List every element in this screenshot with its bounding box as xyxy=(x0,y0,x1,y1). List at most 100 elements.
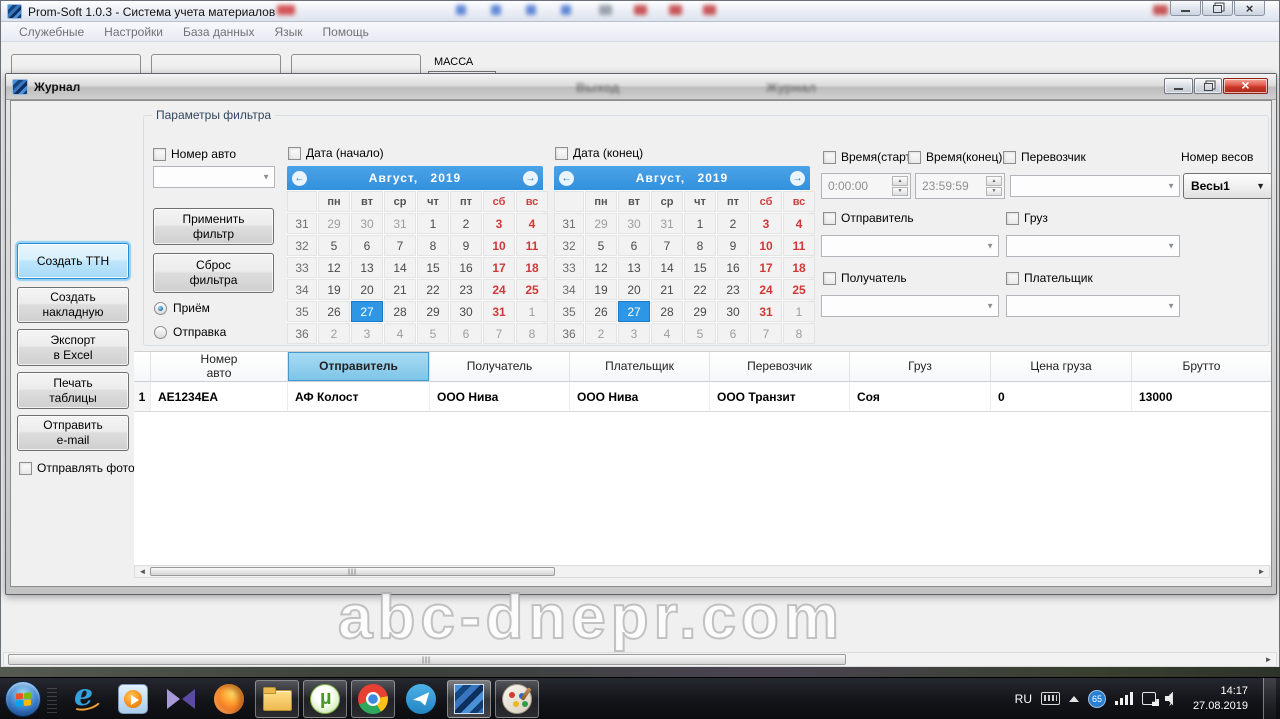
column-header[interactable]: Груз xyxy=(850,352,991,382)
column-header[interactable]: Номер авто xyxy=(151,352,288,382)
minimize-button[interactable] xyxy=(1170,1,1201,16)
journal-close-button[interactable] xyxy=(1223,78,1268,94)
calendar-day-18[interactable]: 18 xyxy=(516,257,548,278)
taskbar-icon-internet-explorer[interactable] xyxy=(63,680,107,718)
scales-dropdown[interactable]: Весы1 ▼ xyxy=(1183,173,1272,199)
calendar-day-27[interactable]: 27 xyxy=(618,301,650,322)
calendar-day-5[interactable]: 5 xyxy=(417,323,449,344)
calendar-day-1[interactable]: 1 xyxy=(417,213,449,234)
column-header[interactable]: Плательщик xyxy=(570,352,710,382)
receiver-combo[interactable]: ▼ xyxy=(821,295,999,317)
calendar-day-3[interactable]: 3 xyxy=(618,323,650,344)
tray-badge[interactable]: 65 xyxy=(1088,690,1106,708)
scroll-right-icon[interactable]: ► xyxy=(1261,653,1276,666)
column-header[interactable]: Перевозчик xyxy=(710,352,850,382)
calendar-prev-icon[interactable]: ← xyxy=(292,171,307,186)
calendar-day-15[interactable]: 15 xyxy=(417,257,449,278)
calendar-day-15[interactable]: 15 xyxy=(684,257,716,278)
calendar-day-29[interactable]: 29 xyxy=(318,213,350,234)
journal-title-bar[interactable]: Журнал ВыходЖурнал xyxy=(6,74,1276,100)
sender-combo[interactable]: ▼ xyxy=(821,235,999,257)
menu-item-2[interactable]: Настройки xyxy=(94,25,173,39)
calendar-day-24[interactable]: 24 xyxy=(750,279,782,300)
main-title-bar[interactable]: Prom-Soft 1.0.3 - Система учета материал… xyxy=(1,1,1279,22)
time-end-checkbox-row[interactable]: Время(конец) xyxy=(908,150,1002,164)
calendar-day-12[interactable]: 12 xyxy=(318,257,350,278)
menu-item-3[interactable]: База данных xyxy=(173,25,264,39)
calendar-day-19[interactable]: 19 xyxy=(318,279,350,300)
calendar-day-29[interactable]: 29 xyxy=(684,301,716,322)
clock[interactable]: 14:17 27.08.2019 xyxy=(1182,684,1248,714)
calendar-day-2[interactable]: 2 xyxy=(318,323,350,344)
date-start-checkbox-row[interactable]: Дата (начало) xyxy=(288,146,384,160)
journal-maximize-button[interactable] xyxy=(1194,78,1222,94)
sender-checkbox-row[interactable]: Отправитель xyxy=(823,211,914,225)
calendar-day-2[interactable]: 2 xyxy=(585,323,617,344)
calendar-day-28[interactable]: 28 xyxy=(384,301,416,322)
scroll-left-icon[interactable]: ◄ xyxy=(135,566,150,577)
mode-radio-2[interactable]: Отправка xyxy=(154,323,226,341)
journal-minimize-button[interactable] xyxy=(1164,78,1193,94)
calendar-day-8[interactable]: 8 xyxy=(783,323,815,344)
sender-checkbox[interactable] xyxy=(823,212,836,225)
menu-item-1[interactable]: Служебные xyxy=(9,25,94,39)
cargo-checkbox[interactable] xyxy=(1006,212,1019,225)
receiver-checkbox-row[interactable]: Получатель xyxy=(823,271,907,285)
sidebar-button-5[interactable]: Отправить e-mail xyxy=(17,415,129,451)
table-cell[interactable]: АЕ1234ЕА xyxy=(151,382,288,412)
column-header[interactable]: Отправитель xyxy=(288,352,430,382)
calendar-day-7[interactable]: 7 xyxy=(750,323,782,344)
carrier-checkbox[interactable] xyxy=(1003,151,1016,164)
calendar-day-7[interactable]: 7 xyxy=(651,235,683,256)
payer-combo[interactable]: ▼ xyxy=(1006,295,1180,317)
receiver-checkbox[interactable] xyxy=(823,272,836,285)
sidebar-button-3[interactable]: Экспорт в Excel xyxy=(17,329,129,366)
calendar-day-11[interactable]: 11 xyxy=(783,235,815,256)
network-signal-icon[interactable] xyxy=(1115,692,1133,705)
calendar-day-10[interactable]: 10 xyxy=(483,235,515,256)
cargo-combo[interactable]: ▼ xyxy=(1006,235,1180,257)
calendar-day-22[interactable]: 22 xyxy=(417,279,449,300)
show-desktop-button[interactable] xyxy=(1263,678,1276,719)
apply-filter-button[interactable]: Применить фильтр xyxy=(153,208,274,245)
truck-number-checkbox[interactable] xyxy=(153,148,166,161)
calendar-day-19[interactable]: 19 xyxy=(585,279,617,300)
spinner-arrows-icon[interactable]: ▲▼ xyxy=(892,176,908,196)
restore-button[interactable] xyxy=(1202,1,1233,16)
sidebar-button-2[interactable]: Создать накладную xyxy=(17,287,129,323)
calendar-day-16[interactable]: 16 xyxy=(450,257,482,278)
calendar-day-31[interactable]: 31 xyxy=(384,213,416,234)
taskbar-icon-media-player[interactable] xyxy=(111,680,155,718)
close-button[interactable] xyxy=(1234,1,1265,16)
calendar-day-7[interactable]: 7 xyxy=(483,323,515,344)
calendar-day-20[interactable]: 20 xyxy=(618,279,650,300)
column-header[interactable]: Брутто xyxy=(1132,352,1271,382)
power-plug-icon[interactable] xyxy=(1142,692,1156,705)
carrier-checkbox-row[interactable]: Перевозчик xyxy=(1003,150,1086,164)
time-end-spinner[interactable]: 23:59:59 ▲▼ xyxy=(915,173,1005,199)
calendar-day-17[interactable]: 17 xyxy=(483,257,515,278)
calendar-day-10[interactable]: 10 xyxy=(750,235,782,256)
calendar-day-26[interactable]: 26 xyxy=(318,301,350,322)
column-header[interactable]: Цена груза xyxy=(991,352,1132,382)
calendar-day-30[interactable]: 30 xyxy=(450,301,482,322)
calendar-day-28[interactable]: 28 xyxy=(651,301,683,322)
calendar-next-icon[interactable]: → xyxy=(523,171,538,186)
language-indicator[interactable]: RU xyxy=(1015,692,1032,706)
calendar-day-8[interactable]: 8 xyxy=(417,235,449,256)
taskbar-icon-prom-soft[interactable] xyxy=(447,680,491,718)
volume-icon[interactable]: ) xyxy=(1165,692,1173,706)
calendar-day-2[interactable]: 2 xyxy=(450,213,482,234)
calendar-day-17[interactable]: 17 xyxy=(750,257,782,278)
scrollbar-thumb[interactable] xyxy=(8,654,846,665)
taskbar-icon-kmplayer[interactable] xyxy=(159,680,203,718)
send-photo-checkbox[interactable] xyxy=(19,462,32,475)
calendar-day-29[interactable]: 29 xyxy=(585,213,617,234)
tray-expand-icon[interactable] xyxy=(1069,696,1079,702)
calendar-day-9[interactable]: 9 xyxy=(450,235,482,256)
truck-number-combo[interactable]: ▼ xyxy=(153,166,275,188)
send-photo-checkbox-row[interactable]: Отправлять фото xyxy=(19,461,135,475)
table-cell[interactable]: Соя xyxy=(850,382,991,412)
calendar-day-18[interactable]: 18 xyxy=(783,257,815,278)
calendar-day-4[interactable]: 4 xyxy=(384,323,416,344)
